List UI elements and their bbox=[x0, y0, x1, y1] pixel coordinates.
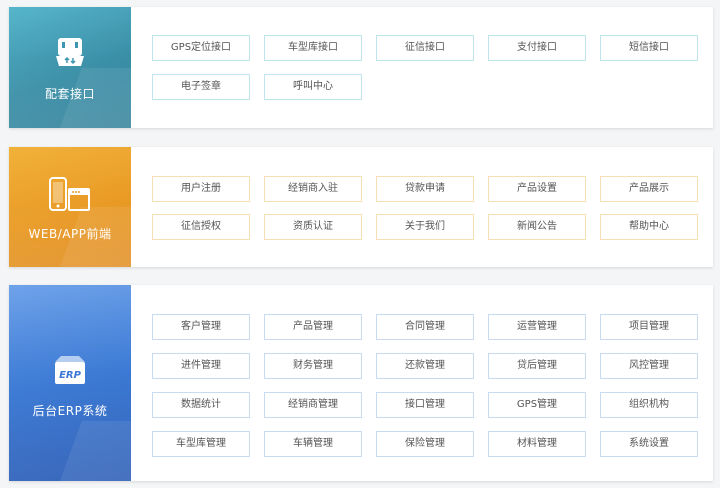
section-web-app-frontend: WEB/APP前端 用户注册 经销商入驻 贷款申请 产品设置 产品展示 征信授权… bbox=[9, 147, 713, 267]
item-button[interactable]: 进件管理 bbox=[152, 353, 250, 379]
section-title: 配套接口 bbox=[44, 87, 95, 101]
item-button[interactable]: 产品设置 bbox=[488, 176, 586, 202]
section-header-panel: WEB/APP前端 bbox=[9, 147, 131, 267]
section-header-panel: ERP 后台ERP系统 bbox=[9, 285, 131, 481]
item-button[interactable]: 车型库管理 bbox=[152, 431, 250, 457]
item-button[interactable]: 产品管理 bbox=[264, 314, 362, 340]
erp-badge-text: ERP bbox=[59, 370, 82, 381]
item-button[interactable]: 征信接口 bbox=[376, 35, 474, 61]
item-button[interactable]: 财务管理 bbox=[264, 353, 362, 379]
item-button[interactable]: 数据统计 bbox=[152, 392, 250, 418]
erp-badge-icon: ERP bbox=[52, 354, 88, 390]
section-title: 后台ERP系统 bbox=[32, 404, 108, 418]
item-button[interactable]: GPS管理 bbox=[488, 392, 586, 418]
item-button[interactable]: 电子签章 bbox=[152, 74, 250, 100]
item-button[interactable]: 系统设置 bbox=[600, 431, 698, 457]
phone-and-web-icon bbox=[48, 177, 92, 217]
item-button[interactable]: 车型库接口 bbox=[264, 35, 362, 61]
item-button[interactable]: 呼叫中心 bbox=[264, 74, 362, 100]
section-backend-erp: ERP 后台ERP系统 客户管理 产品管理 合同管理 运营管理 项目管理 进件管… bbox=[9, 285, 713, 481]
item-button[interactable]: 贷后管理 bbox=[488, 353, 586, 379]
item-button[interactable]: 征信授权 bbox=[152, 214, 250, 240]
item-button[interactable]: 车辆管理 bbox=[264, 431, 362, 457]
section-support-interfaces: 配套接口 GPS定位接口 车型库接口 征信接口 支付接口 短信接口 电子签章 呼… bbox=[9, 7, 713, 128]
item-button[interactable]: 客户管理 bbox=[152, 314, 250, 340]
item-button[interactable]: 项目管理 bbox=[600, 314, 698, 340]
item-button[interactable]: 接口管理 bbox=[376, 392, 474, 418]
item-button[interactable]: 关于我们 bbox=[376, 214, 474, 240]
item-button[interactable]: 新闻公告 bbox=[488, 214, 586, 240]
item-button[interactable]: GPS定位接口 bbox=[152, 35, 250, 61]
item-button[interactable]: 经销商入驻 bbox=[264, 176, 362, 202]
item-button[interactable]: 帮助中心 bbox=[600, 214, 698, 240]
item-button[interactable]: 还款管理 bbox=[376, 353, 474, 379]
section-title: WEB/APP前端 bbox=[28, 227, 112, 241]
item-button[interactable]: 合同管理 bbox=[376, 314, 474, 340]
item-button[interactable]: 资质认证 bbox=[264, 214, 362, 240]
plug-connector-icon bbox=[53, 35, 87, 73]
item-button[interactable]: 组织机构 bbox=[600, 392, 698, 418]
item-button[interactable]: 保险管理 bbox=[376, 431, 474, 457]
item-button[interactable]: 运营管理 bbox=[488, 314, 586, 340]
item-button[interactable]: 贷款申请 bbox=[376, 176, 474, 202]
item-button[interactable]: 短信接口 bbox=[600, 35, 698, 61]
item-button[interactable]: 经销商管理 bbox=[264, 392, 362, 418]
section-header-panel: 配套接口 bbox=[9, 7, 131, 128]
item-button[interactable]: 风控管理 bbox=[600, 353, 698, 379]
item-button[interactable]: 产品展示 bbox=[600, 176, 698, 202]
item-button[interactable]: 材料管理 bbox=[488, 431, 586, 457]
item-button[interactable]: 支付接口 bbox=[488, 35, 586, 61]
item-button[interactable]: 用户注册 bbox=[152, 176, 250, 202]
